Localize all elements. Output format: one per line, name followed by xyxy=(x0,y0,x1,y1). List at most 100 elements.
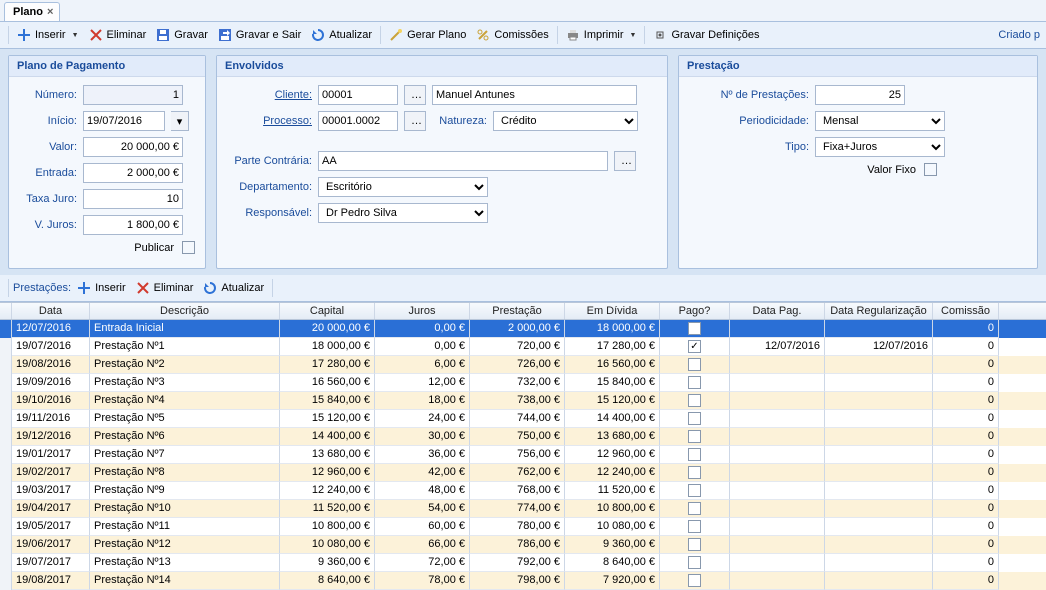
table-row[interactable]: 19/05/2017Prestação Nº1110 800,00 €60,00… xyxy=(0,518,1046,536)
gerar-plano-label: Gerar Plano xyxy=(407,29,466,41)
cell-juros: 48,00 € xyxy=(375,482,470,500)
col-juros[interactable]: Juros xyxy=(375,303,470,319)
valorfixo-checkbox[interactable] xyxy=(924,163,937,176)
table-row[interactable]: 19/06/2017Prestação Nº1210 080,00 €66,00… xyxy=(0,536,1046,554)
cell-juros: 0,00 € xyxy=(375,320,470,338)
taxa-field[interactable] xyxy=(83,189,183,209)
pago-checkbox[interactable] xyxy=(688,538,701,551)
pago-checkbox[interactable] xyxy=(688,340,701,353)
parte-field[interactable] xyxy=(318,151,608,171)
pago-checkbox[interactable] xyxy=(688,412,701,425)
cliente-lookup-button[interactable]: … xyxy=(404,85,426,105)
panel-plano-pagamento: Plano de Pagamento Número: Início: ▾ Val… xyxy=(8,55,206,269)
pago-checkbox[interactable] xyxy=(688,430,701,443)
cell-emdivida: 16 560,00 € xyxy=(565,356,660,374)
cell-desc: Prestação Nº10 xyxy=(90,500,280,518)
table-row[interactable]: 19/08/2017Prestação Nº148 640,00 €78,00 … xyxy=(0,572,1046,590)
cliente-nome-field[interactable] xyxy=(432,85,637,105)
processo-label[interactable]: Processo: xyxy=(227,115,312,127)
gravar-sair-button[interactable]: Gravar e Sair xyxy=(214,26,305,44)
col-prestacao[interactable]: Prestação xyxy=(470,303,565,319)
cell-datareg xyxy=(825,536,933,554)
cell-juros: 12,00 € xyxy=(375,374,470,392)
cell-pago xyxy=(660,572,730,590)
table-row[interactable]: 19/04/2017Prestação Nº1011 520,00 €54,00… xyxy=(0,500,1046,518)
gravar-button[interactable]: Gravar xyxy=(152,26,212,44)
comissoes-button[interactable]: Comissões xyxy=(472,26,552,44)
cell-datapag xyxy=(730,410,825,428)
nprest-field[interactable] xyxy=(815,85,905,105)
table-row[interactable]: 19/07/2017Prestação Nº139 360,00 €72,00 … xyxy=(0,554,1046,572)
cell-pago xyxy=(660,338,730,356)
tipo-select[interactable]: Fixa+Juros xyxy=(815,137,945,157)
table-row[interactable]: 19/08/2016Prestação Nº217 280,00 €6,00 €… xyxy=(0,356,1046,374)
natureza-select[interactable]: Crédito xyxy=(493,111,638,131)
table-row[interactable]: 19/01/2017Prestação Nº713 680,00 €36,00 … xyxy=(0,446,1046,464)
pago-checkbox[interactable] xyxy=(688,556,701,569)
gerar-plano-button[interactable]: Gerar Plano xyxy=(385,26,470,44)
cell-data: 19/11/2016 xyxy=(12,410,90,428)
pago-checkbox[interactable] xyxy=(688,574,701,587)
table-row[interactable]: 19/07/2016Prestação Nº118 000,00 €0,00 €… xyxy=(0,338,1046,356)
sec-inserir-button[interactable]: Inserir xyxy=(73,279,130,297)
pago-checkbox[interactable] xyxy=(688,466,701,479)
dept-select[interactable]: Escritório xyxy=(318,177,488,197)
numero-field[interactable] xyxy=(83,85,183,105)
parte-lookup-button[interactable]: … xyxy=(614,151,636,171)
cliente-label[interactable]: Cliente: xyxy=(227,89,312,101)
prestacoes-label: Prestações: xyxy=(13,282,71,294)
pago-checkbox[interactable] xyxy=(688,448,701,461)
table-row[interactable]: 19/03/2017Prestação Nº912 240,00 €48,00 … xyxy=(0,482,1046,500)
table-row[interactable]: 12/07/2016Entrada Inicial20 000,00 €0,00… xyxy=(0,320,1046,338)
cell-datareg xyxy=(825,482,933,500)
processo-cod-field[interactable] xyxy=(318,111,398,131)
sec-eliminar-button[interactable]: Eliminar xyxy=(132,279,198,297)
eliminar-button[interactable]: Eliminar xyxy=(85,26,151,44)
pago-checkbox[interactable] xyxy=(688,376,701,389)
pago-checkbox[interactable] xyxy=(688,358,701,371)
taxa-label: Taxa Juro: xyxy=(19,193,77,205)
col-comissao[interactable]: Comissão xyxy=(933,303,999,319)
tab-plano[interactable]: Plano × xyxy=(4,2,60,21)
resp-select[interactable]: Dr Pedro Silva xyxy=(318,203,488,223)
processo-lookup-button[interactable]: … xyxy=(404,111,426,131)
cell-datareg xyxy=(825,374,933,392)
pago-checkbox[interactable] xyxy=(688,520,701,533)
table-row[interactable]: 19/02/2017Prestação Nº812 960,00 €42,00 … xyxy=(0,464,1046,482)
cell-datapag xyxy=(730,482,825,500)
sec-atualizar-button[interactable]: Atualizar xyxy=(199,279,268,297)
col-data[interactable]: Data xyxy=(12,303,90,319)
tab-close-icon[interactable]: × xyxy=(47,6,53,18)
table-row[interactable]: 19/09/2016Prestação Nº316 560,00 €12,00 … xyxy=(0,374,1046,392)
calendar-icon[interactable]: ▾ xyxy=(171,111,189,131)
col-pago[interactable]: Pago? xyxy=(660,303,730,319)
imprimir-button[interactable]: Imprimir ▼ xyxy=(562,26,641,44)
col-emdivida[interactable]: Em Dívida xyxy=(565,303,660,319)
plus-icon xyxy=(17,28,31,42)
vjuros-field[interactable] xyxy=(83,215,183,235)
valor-field[interactable] xyxy=(83,137,183,157)
col-datapag[interactable]: Data Pag. xyxy=(730,303,825,319)
table-row[interactable]: 19/12/2016Prestação Nº614 400,00 €30,00 … xyxy=(0,428,1046,446)
publicar-checkbox[interactable] xyxy=(182,241,195,254)
save-exit-icon xyxy=(218,28,232,42)
cell-datapag xyxy=(730,374,825,392)
wand-icon xyxy=(389,28,403,42)
table-row[interactable]: 19/11/2016Prestação Nº515 120,00 €24,00 … xyxy=(0,410,1046,428)
pago-checkbox[interactable] xyxy=(688,502,701,515)
atualizar-button[interactable]: Atualizar xyxy=(307,26,376,44)
inicio-field[interactable] xyxy=(83,111,165,131)
pago-checkbox[interactable] xyxy=(688,394,701,407)
pago-checkbox[interactable] xyxy=(688,484,701,497)
inserir-button[interactable]: Inserir ▼ xyxy=(13,26,83,44)
cliente-cod-field[interactable] xyxy=(318,85,398,105)
col-capital[interactable]: Capital xyxy=(280,303,375,319)
period-select[interactable]: Mensal xyxy=(815,111,945,131)
col-datareg[interactable]: Data Regularização xyxy=(825,303,933,319)
gravar-definicoes-button[interactable]: Gravar Definições xyxy=(649,26,763,44)
cell-datapag xyxy=(730,392,825,410)
pago-checkbox[interactable] xyxy=(688,322,701,335)
table-row[interactable]: 19/10/2016Prestação Nº415 840,00 €18,00 … xyxy=(0,392,1046,410)
col-descricao[interactable]: Descrição xyxy=(90,303,280,319)
entrada-field[interactable] xyxy=(83,163,183,183)
